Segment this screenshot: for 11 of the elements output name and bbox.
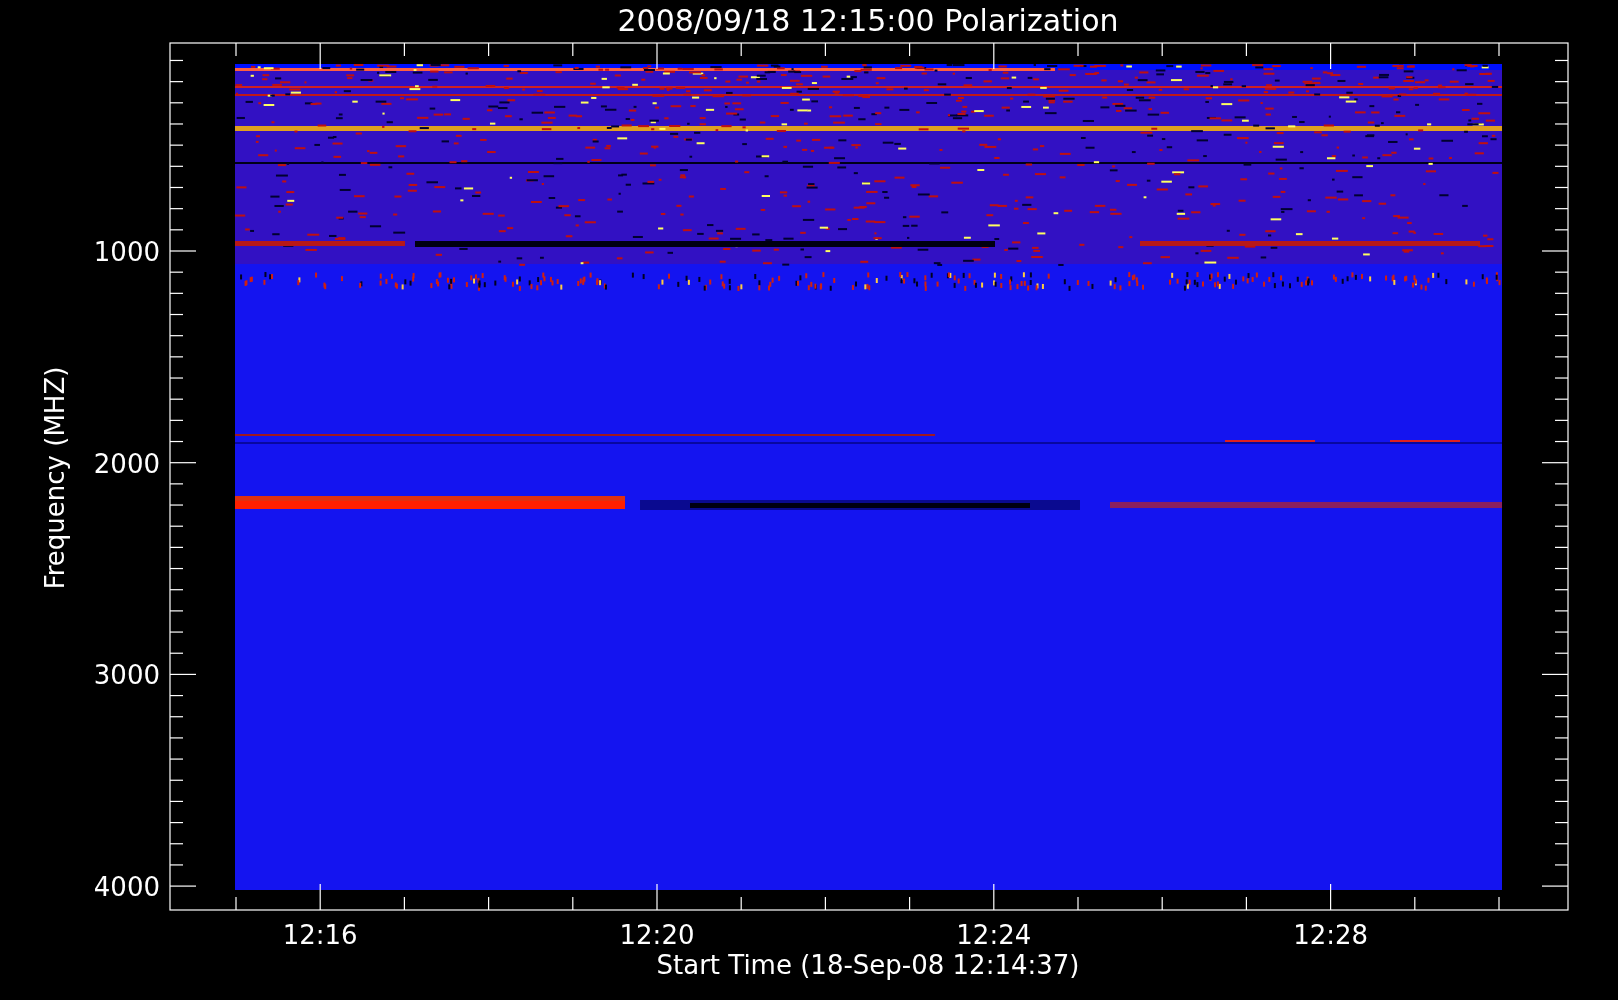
y-axis-label: Frequency (MHZ) (40, 366, 70, 590)
x-tick-label: 12:24 (956, 920, 1032, 950)
y-tick-label: 2000 (93, 448, 160, 479)
x-tick-label: 12:20 (619, 920, 695, 950)
x-axis-label: Start Time (18-Sep-08 12:14:37) (656, 950, 1080, 980)
x-tick-label: 12:16 (282, 920, 358, 950)
x-tick-label: 12:28 (1293, 920, 1369, 950)
chart-title: 2008/09/18 12:15:00 Polarization (617, 3, 1119, 38)
y-tick-label: 1000 (93, 237, 160, 267)
y-tick-label: 3000 (93, 660, 160, 691)
y-tick-label: 4000 (93, 872, 160, 903)
